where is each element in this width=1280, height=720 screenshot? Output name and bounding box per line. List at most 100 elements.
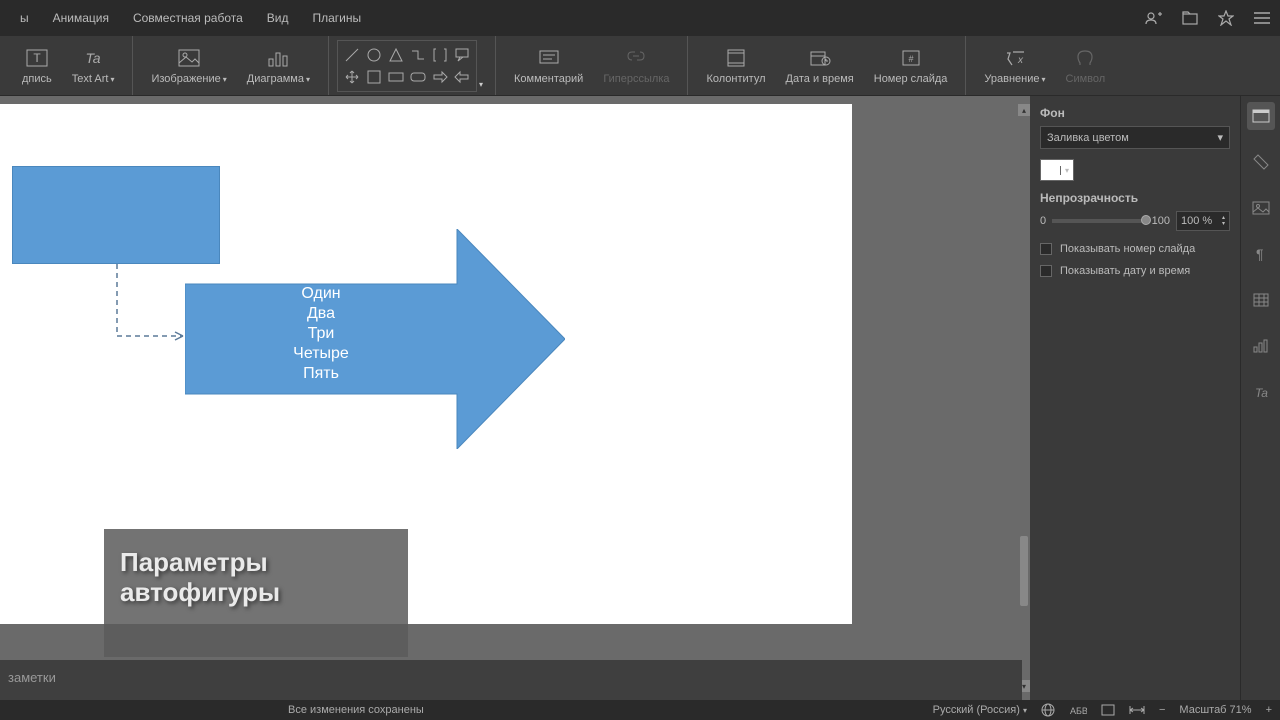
dashed-connector[interactable] xyxy=(115,264,195,344)
tab-chart-settings[interactable] xyxy=(1247,332,1275,360)
chevron-down-icon: ▾ xyxy=(1217,131,1223,144)
scroll-thumb[interactable] xyxy=(1020,536,1028,606)
datetime-button[interactable]: Дата и время xyxy=(776,43,864,89)
slider-min: 0 xyxy=(1040,215,1046,227)
vertical-scrollbar[interactable]: ▴ ▾ xyxy=(1018,104,1030,692)
slide-canvas[interactable]: Один Два Три Четыре Пять Параметры автоф… xyxy=(0,104,852,624)
checkbox-icon xyxy=(1040,243,1052,255)
comment-label: Комментарий xyxy=(514,73,583,85)
globe-icon[interactable] xyxy=(1041,703,1055,717)
opacity-input[interactable]: 100 % ▴▾ xyxy=(1176,211,1230,231)
svg-text:x: x xyxy=(1017,55,1024,66)
fit-slide-icon[interactable] xyxy=(1101,704,1115,716)
tab-table-settings[interactable] xyxy=(1247,286,1275,314)
menubar-left: ы Анимация Совместная работа Вид Плагины xyxy=(8,3,373,33)
right-panel: Фон Заливка цветом▾ ▾ Непрозрачность 0 1… xyxy=(1030,96,1240,700)
menu-item-view[interactable]: Вид xyxy=(255,3,301,33)
shapes-palette[interactable] xyxy=(337,40,477,92)
arrow-shape[interactable]: Один Два Три Четыре Пять xyxy=(185,229,565,449)
fit-width-icon[interactable] xyxy=(1129,705,1145,715)
slidenum-label: Номер слайда xyxy=(874,73,948,85)
equation-icon: x xyxy=(1004,47,1026,69)
textbox-button[interactable]: T дпись xyxy=(12,43,62,89)
menu-item-0[interactable]: ы xyxy=(8,3,41,33)
canvas-area[interactable]: Один Два Три Четыре Пять Параметры автоф… xyxy=(0,96,1030,700)
opacity-label: Непрозрачность xyxy=(1040,191,1230,205)
image-button[interactable]: Изображение▾ xyxy=(141,43,236,89)
tab-textart-settings[interactable]: Ta xyxy=(1247,378,1275,406)
tab-image-settings[interactable] xyxy=(1247,194,1275,222)
symbol-button: Символ xyxy=(1056,43,1116,89)
checkbox-icon xyxy=(1040,265,1052,277)
toolbar: T дпись Ta Text Art▾ Изображение▾ Диагра… xyxy=(0,36,1280,96)
menu-item-animation[interactable]: Анимация xyxy=(41,3,121,33)
show-datetime-checkbox[interactable]: Показывать дату и время xyxy=(1040,265,1230,277)
tab-slide-settings[interactable] xyxy=(1247,102,1275,130)
spellcheck-icon[interactable]: АБВ xyxy=(1069,704,1087,716)
shape-arrow-right-icon[interactable] xyxy=(430,67,450,87)
zoom-in-button[interactable]: + xyxy=(1266,704,1272,716)
shapes-more-icon[interactable]: ▾ xyxy=(477,80,487,95)
slidenum-button[interactable]: # Номер слайда xyxy=(864,43,958,89)
shape-square-icon[interactable] xyxy=(364,67,384,87)
symbol-label: Символ xyxy=(1066,73,1106,85)
datetime-icon xyxy=(809,47,831,69)
tab-paragraph-settings[interactable]: ¶ xyxy=(1247,240,1275,268)
language-selector[interactable]: Русский (Россия) ▾ xyxy=(933,704,1027,716)
caption-text: Параметры автофигуры xyxy=(120,547,392,607)
arrow-text: Один Два Три Четыре Пять xyxy=(185,284,457,384)
shape-line-icon[interactable] xyxy=(342,45,362,65)
menu-item-collab[interactable]: Совместная работа xyxy=(121,3,255,33)
opacity-slider[interactable] xyxy=(1052,219,1146,223)
shape-triangle-icon[interactable] xyxy=(386,45,406,65)
svg-text:Ta: Ta xyxy=(86,50,101,66)
textbox-label: дпись xyxy=(22,73,52,85)
main-area: Один Два Три Четыре Пять Параметры автоф… xyxy=(0,96,1280,700)
chart-button[interactable]: Диаграмма▾ xyxy=(237,43,320,89)
notes-area[interactable]: заметки xyxy=(0,660,1022,700)
shape-connector-icon[interactable] xyxy=(408,45,428,65)
side-tabs: ¶ Ta xyxy=(1240,96,1280,700)
image-label: Изображение▾ xyxy=(151,73,226,85)
svg-text:АБВ: АБВ xyxy=(1070,706,1087,716)
zoom-out-button[interactable]: − xyxy=(1159,704,1165,716)
show-slidenum-checkbox[interactable]: Показывать номер слайда xyxy=(1040,243,1230,255)
shape-arrow-left-icon[interactable] xyxy=(452,67,472,87)
shape-move-icon[interactable] xyxy=(342,67,362,87)
menu-item-plugins[interactable]: Плагины xyxy=(301,3,374,33)
hamburger-icon[interactable] xyxy=(1252,8,1272,28)
tab-shape-settings[interactable] xyxy=(1247,148,1275,176)
chart-icon xyxy=(267,47,289,69)
datetime-label: Дата и время xyxy=(786,73,854,85)
headerfooter-button[interactable]: Колонтитул xyxy=(696,43,775,89)
textart-label: Text Art▾ xyxy=(72,73,115,85)
chart-label: Диаграмма▾ xyxy=(247,73,310,85)
star-icon[interactable] xyxy=(1216,8,1236,28)
hyperlink-icon xyxy=(625,47,647,69)
bg-label: Фон xyxy=(1040,106,1230,120)
comment-button[interactable]: Комментарий xyxy=(504,43,593,89)
shape-rect-icon[interactable] xyxy=(386,67,406,87)
shape-callout-icon[interactable] xyxy=(452,45,472,65)
zoom-label[interactable]: Масштаб 71% xyxy=(1179,704,1251,716)
shape-circle-icon[interactable] xyxy=(364,45,384,65)
fill-type-select[interactable]: Заливка цветом▾ xyxy=(1040,126,1230,149)
folder-icon[interactable] xyxy=(1180,8,1200,28)
textart-button[interactable]: Ta Text Art▾ xyxy=(62,43,125,89)
hyperlink-button: Гиперссылка xyxy=(593,43,679,89)
shape-bracket-icon[interactable] xyxy=(430,45,450,65)
caption-overlay: Параметры автофигуры xyxy=(104,529,408,657)
scroll-up-icon[interactable]: ▴ xyxy=(1018,104,1030,116)
color-picker[interactable]: ▾ xyxy=(1040,159,1074,181)
statusbar: Все изменения сохранены Русский (Россия)… xyxy=(0,700,1280,720)
slidenum-icon: # xyxy=(900,47,922,69)
svg-text:#: # xyxy=(908,54,913,64)
svg-text:T: T xyxy=(33,51,41,65)
equation-button[interactable]: x Уравнение▾ xyxy=(974,43,1055,89)
share-icon[interactable] xyxy=(1144,8,1164,28)
hyperlink-label: Гиперссылка xyxy=(603,73,669,85)
headerfooter-icon xyxy=(725,47,747,69)
headerfooter-label: Колонтитул xyxy=(706,73,765,85)
menubar: ы Анимация Совместная работа Вид Плагины xyxy=(0,0,1280,36)
shape-roundrect-icon[interactable] xyxy=(408,67,428,87)
